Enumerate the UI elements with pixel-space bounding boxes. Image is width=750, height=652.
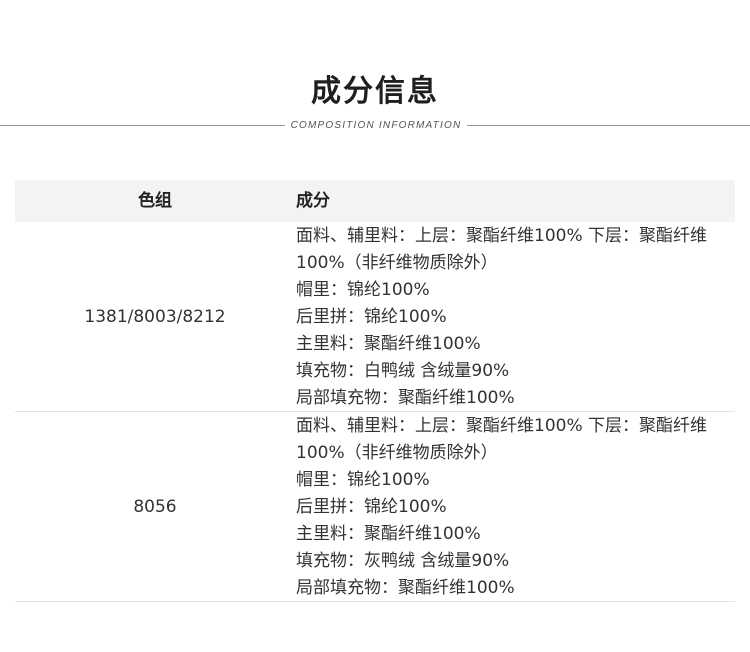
page-title: 成分信息 xyxy=(311,74,439,109)
composition-line: 100%（非纤维物质除外） xyxy=(296,443,498,463)
composition-line: 帽里：锦纶100% xyxy=(296,280,430,300)
column-header-color-group: 色组 xyxy=(138,191,172,211)
composition-line: 填充物：灰鸭绒 含绒量90% xyxy=(296,551,510,571)
composition-line: 帽里：锦纶100% xyxy=(296,470,430,490)
composition-table: 色组 成分 1381/8003/8212 面料、辅里料：上层：聚酯纤维100% … xyxy=(15,180,735,602)
table-row: 1381/8003/8212 面料、辅里料：上层：聚酯纤维100% 下层：聚酯纤… xyxy=(15,222,735,412)
composition-line: 填充物：白鸭绒 含绒量90% xyxy=(296,361,510,381)
divider-right xyxy=(467,125,750,126)
composition-line: 面料、辅里料：上层：聚酯纤维100% 下层：聚酯纤维 xyxy=(296,226,708,246)
subtitle-row: COMPOSITION INFORMATION xyxy=(0,116,750,136)
table-row: 8056 面料、辅里料：上层：聚酯纤维100% 下层：聚酯纤维 100%（非纤维… xyxy=(15,412,735,602)
color-group-cell: 1381/8003/8212 xyxy=(84,306,226,327)
color-group-cell: 8056 xyxy=(133,496,177,517)
column-header-composition: 成分 xyxy=(296,191,330,211)
divider-left xyxy=(0,125,285,126)
composition-line: 后里拼：锦纶100% xyxy=(296,307,447,327)
composition-line: 局部填充物：聚酯纤维100% xyxy=(296,388,515,408)
composition-line: 主里料：聚酯纤维100% xyxy=(296,524,481,544)
composition-cell: 面料、辅里料：上层：聚酯纤维100% 下层：聚酯纤维 100%（非纤维物质除外）… xyxy=(296,413,732,602)
composition-line: 面料、辅里料：上层：聚酯纤维100% 下层：聚酯纤维 xyxy=(296,416,708,436)
composition-line: 后里拼：锦纶100% xyxy=(296,497,447,517)
table-header: 色组 成分 xyxy=(15,180,735,222)
composition-line: 局部填充物：聚酯纤维100% xyxy=(296,578,515,598)
composition-line: 主里料：聚酯纤维100% xyxy=(296,334,481,354)
page-subtitle: COMPOSITION INFORMATION xyxy=(290,120,462,131)
composition-line: 100%（非纤维物质除外） xyxy=(296,253,498,273)
composition-cell: 面料、辅里料：上层：聚酯纤维100% 下层：聚酯纤维 100%（非纤维物质除外）… xyxy=(296,223,732,412)
